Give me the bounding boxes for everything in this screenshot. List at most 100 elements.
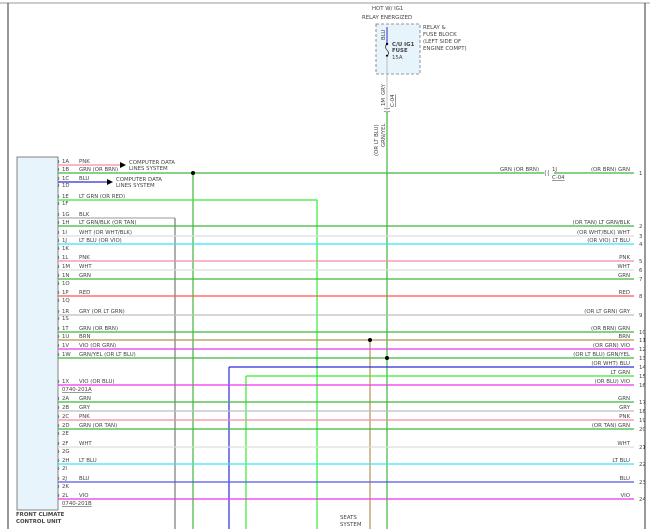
pin-number: 1M xyxy=(62,264,70,270)
relay-label: RELAY ENERGIZED xyxy=(362,15,412,21)
pin-number: 1D xyxy=(62,183,70,189)
pin-number: 1T xyxy=(62,326,69,332)
fuse-line-2: FUSE xyxy=(392,48,408,54)
right-wire-label: WHT xyxy=(617,441,630,447)
arrow-label: LINES SYSTEM xyxy=(129,166,168,172)
module-name-line2: CONTROL UNIT xyxy=(16,519,62,525)
pin-number: 1Q xyxy=(62,298,70,304)
right-wire-label: (OR TAN) GRN xyxy=(592,423,630,429)
power-pin-label: 1M xyxy=(381,98,387,106)
right-pin-number: 9 xyxy=(639,313,643,319)
wire-color-label: GRN (OR TAN) xyxy=(79,423,117,429)
pin-number: 1U xyxy=(62,334,69,340)
pin-number: 2E xyxy=(62,431,69,437)
splice-dot xyxy=(191,171,195,175)
right-wire-label: (OR GRN) VIO xyxy=(593,343,630,349)
right-pin-number: 3 xyxy=(639,234,642,240)
wire-color-label: BLU xyxy=(79,476,89,482)
right-wire-label: BRN xyxy=(619,334,630,340)
wire-color-label: GRN (OR BRN) xyxy=(79,326,118,332)
wire-color-label: VIO (OR GRN) xyxy=(79,343,116,349)
pin-number: 1X xyxy=(62,379,69,385)
pin-number: 1G xyxy=(62,212,70,218)
wire-color-label: WHT xyxy=(79,264,92,270)
diagram-frame xyxy=(0,2,650,529)
down-wire-label-2: GRN/YEL xyxy=(381,124,387,147)
right-pin-number: 2 xyxy=(639,224,642,230)
seats-label-2: SYSTEM xyxy=(340,522,362,528)
connector-b-label: 0740-201B xyxy=(62,501,92,507)
right-wire-label: (OR VIO) LT BLU xyxy=(587,238,630,244)
wire-color-label: BLU xyxy=(79,176,89,182)
pin-number: 1K xyxy=(62,246,69,252)
pin-number: 2A xyxy=(62,396,69,402)
right-pin-number: 22 xyxy=(639,462,646,468)
pin-number: 2I xyxy=(62,466,67,472)
right-pin-number: 11 xyxy=(639,338,646,344)
right-pin-number: 12 xyxy=(639,347,646,353)
down-wire-label-1: (OR LT BLU) xyxy=(374,124,380,156)
pin-number: 1C xyxy=(62,176,69,182)
arrow-icon xyxy=(120,162,126,168)
right-wire-label: VIO xyxy=(620,493,630,499)
right-wire-label: PNK xyxy=(619,255,630,261)
pin-number: 1B xyxy=(62,167,69,173)
right-pin-number: 24 xyxy=(639,497,646,503)
pin-number: 1R xyxy=(62,309,69,315)
right-pin-number: 18 xyxy=(639,409,646,415)
right-pin-number: 16 xyxy=(639,383,646,389)
pin-number: 1H xyxy=(62,220,69,226)
pin-number: 1W xyxy=(62,352,71,358)
block-line-3: (LEFT SIDE OF xyxy=(423,39,461,45)
pin-number: 1I xyxy=(62,230,67,236)
right-wire-label: (OR LT GRN) GRY xyxy=(584,309,630,315)
right-wire-label: (OR WHT) BLU xyxy=(591,361,630,367)
right-wire-label: GRN xyxy=(618,396,630,402)
wire-color-label: PNK xyxy=(79,159,90,165)
wire-color-label: LT BLU (OR VIO) xyxy=(79,238,122,244)
wire-in-label: BLU xyxy=(381,30,387,40)
wiring-diagram: FRONT CLIMATE CONTROL UNIT 0740-201A 074… xyxy=(0,2,650,529)
wire-color-label: LT BLU xyxy=(79,458,97,464)
right-wire-label: (OR TAN) LT GRN/BLK xyxy=(573,220,631,226)
pin-number: 2F xyxy=(62,441,69,447)
right-pin-number: 21 xyxy=(639,445,646,451)
right-pin-number: 10 xyxy=(639,330,646,336)
right-wire-label: LT GRN xyxy=(611,370,630,376)
block-line-1: RELAY & xyxy=(423,25,447,31)
right-pin-number: 15 xyxy=(639,374,646,380)
wire-color-label: LT GRN (OR RED) xyxy=(79,194,125,200)
right-pin-number: 14 xyxy=(639,365,646,371)
right-wire-label: (OR BRN) GRN xyxy=(591,326,630,332)
pin-number: 2H xyxy=(62,458,69,464)
right-wire-label: (OR BLU) VIO xyxy=(594,379,630,385)
right-pin-number: 20 xyxy=(639,427,646,433)
pin-number: 2J xyxy=(62,476,67,482)
pin-number: 2G xyxy=(62,449,70,455)
right-wire-label: (OR WHT/BLK) WHT xyxy=(577,230,631,236)
wire-color-label: BLK xyxy=(79,212,90,218)
right-wire-label: PNK xyxy=(619,414,630,420)
pin-number: 2K xyxy=(62,484,69,490)
pin-number: 1E xyxy=(62,194,69,200)
right-pin-number: 19 xyxy=(639,418,646,424)
hot-label: HOT W/ IG1 xyxy=(372,6,403,12)
fuse-line-3: 15A xyxy=(392,55,403,61)
right-pin-number: 17 xyxy=(639,400,646,406)
connector-name: C-04 xyxy=(552,175,565,181)
right-pin-number: 8 xyxy=(639,294,643,300)
wire-color-label: WHT (OR WHT/BLK) xyxy=(79,230,132,236)
right-pin-number: 7 xyxy=(639,277,642,283)
pin-number: 1A xyxy=(62,159,69,165)
right-pin-number: 23 xyxy=(639,480,646,486)
right-wire-label: (OR LT BLU) GRN/YEL xyxy=(573,352,630,358)
seats-label-1: SEATS xyxy=(340,515,357,521)
right-pin-number: 13 xyxy=(639,356,646,362)
power-connector-label: C-04 xyxy=(390,94,396,107)
wire-color-label: GRY xyxy=(79,405,91,411)
wire-color-label: PNK xyxy=(79,255,90,261)
splice-dot xyxy=(385,356,389,360)
wire-color-label: VIO xyxy=(79,493,89,499)
connector-a-label: 0740-201A xyxy=(62,387,92,393)
block-line-2: FUSE BLOCK xyxy=(423,32,457,38)
